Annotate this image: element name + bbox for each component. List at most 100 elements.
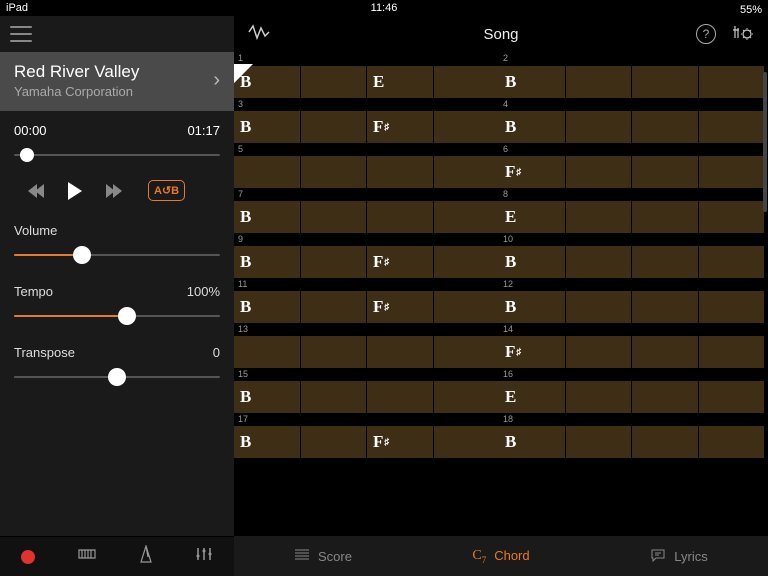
beat-cell[interactable] (632, 246, 698, 278)
beat-cell[interactable] (367, 201, 433, 233)
instrument-button[interactable] (77, 546, 97, 567)
beat-cell[interactable] (699, 246, 765, 278)
beat-cell[interactable]: E (499, 381, 565, 413)
bar[interactable]: 12B (499, 278, 764, 323)
beat-cell[interactable] (632, 201, 698, 233)
beat-cell[interactable] (699, 381, 765, 413)
mixer-button[interactable] (195, 546, 213, 567)
beat-cell[interactable] (566, 426, 632, 458)
beat-cell[interactable] (434, 246, 500, 278)
beat-cell[interactable] (699, 66, 765, 98)
beat-cell[interactable]: B (234, 201, 300, 233)
beat-cell[interactable] (434, 201, 500, 233)
beat-cell[interactable]: B (499, 426, 565, 458)
tab-chord[interactable]: C7 Chord (412, 548, 590, 565)
bar[interactable]: 1B E (234, 52, 499, 98)
beat-cell[interactable]: B (499, 111, 565, 143)
beat-cell[interactable] (434, 426, 500, 458)
bar[interactable]: 17B F♯ (234, 413, 499, 458)
beat-cell[interactable] (434, 381, 500, 413)
beat-cell[interactable] (566, 381, 632, 413)
beat-cell[interactable] (434, 66, 500, 98)
beat-cell[interactable] (632, 381, 698, 413)
beat-cell[interactable] (699, 111, 765, 143)
bar[interactable]: 3B F♯ (234, 98, 499, 143)
beat-cell[interactable] (632, 291, 698, 323)
bar[interactable]: 10B (499, 233, 764, 278)
beat-cell[interactable] (301, 156, 367, 188)
beat-cell[interactable] (301, 246, 367, 278)
song-header[interactable]: Red River Valley Yamaha Corporation › (0, 52, 234, 111)
beat-cell[interactable] (632, 156, 698, 188)
beat-cell[interactable] (632, 426, 698, 458)
beat-cell[interactable] (301, 336, 367, 368)
ab-repeat-button[interactable]: A↺B (148, 180, 185, 201)
menu-button[interactable] (10, 26, 32, 42)
bar[interactable]: 18B (499, 413, 764, 458)
beat-cell[interactable]: B (234, 246, 300, 278)
bar[interactable]: 9B F♯ (234, 233, 499, 278)
transpose-slider[interactable] (14, 370, 220, 384)
beat-cell[interactable] (301, 381, 367, 413)
beat-cell[interactable]: B (499, 66, 565, 98)
beat-cell[interactable] (566, 246, 632, 278)
beat-cell[interactable]: F♯ (499, 336, 565, 368)
beat-cell[interactable]: B (234, 111, 300, 143)
bar[interactable]: 5 (234, 143, 499, 188)
tab-score[interactable]: Score (234, 548, 412, 565)
scrollbar[interactable] (763, 72, 767, 212)
beat-cell[interactable]: F♯ (367, 291, 433, 323)
bar[interactable]: 14F♯ (499, 323, 764, 368)
beat-cell[interactable] (434, 111, 500, 143)
bar[interactable]: 16E (499, 368, 764, 413)
beat-cell[interactable] (632, 336, 698, 368)
bar[interactable]: 4B (499, 98, 764, 143)
beat-cell[interactable] (301, 66, 367, 98)
rewind-button[interactable] (28, 184, 42, 198)
beat-cell[interactable]: B (499, 291, 565, 323)
beat-cell[interactable] (632, 111, 698, 143)
beat-cell[interactable] (367, 336, 433, 368)
bar[interactable]: 6F♯ (499, 143, 764, 188)
bar[interactable]: 7B (234, 188, 499, 233)
volume-slider[interactable] (14, 248, 220, 262)
metronome-button[interactable] (139, 545, 153, 568)
beat-cell[interactable] (566, 111, 632, 143)
beat-cell[interactable] (301, 291, 367, 323)
play-button[interactable] (68, 182, 82, 200)
beat-cell[interactable] (699, 291, 765, 323)
bar[interactable]: 11B F♯ (234, 278, 499, 323)
chord-grid[interactable]: 1B E 2B 3B F♯ 4B 5 6F♯ 7B 8E 9B F♯ 10B 1… (234, 52, 768, 536)
beat-cell[interactable]: B (234, 426, 300, 458)
beat-cell[interactable] (434, 336, 500, 368)
waveform-icon[interactable] (248, 24, 270, 45)
beat-cell[interactable] (301, 426, 367, 458)
beat-cell[interactable]: E (367, 66, 433, 98)
beat-cell[interactable] (434, 291, 500, 323)
beat-cell[interactable] (566, 156, 632, 188)
beat-cell[interactable] (699, 426, 765, 458)
beat-cell[interactable]: B (234, 291, 300, 323)
beat-cell[interactable] (566, 201, 632, 233)
seek-slider[interactable] (14, 148, 220, 162)
beat-cell[interactable] (301, 201, 367, 233)
beat-cell[interactable]: F♯ (499, 156, 565, 188)
beat-cell[interactable] (234, 156, 300, 188)
bar[interactable]: 13 (234, 323, 499, 368)
bar[interactable]: 15B (234, 368, 499, 413)
beat-cell[interactable] (632, 66, 698, 98)
beat-cell[interactable]: F♯ (367, 111, 433, 143)
beat-cell[interactable] (367, 381, 433, 413)
record-button[interactable] (21, 550, 35, 564)
bar[interactable]: 2B (499, 52, 764, 98)
settings-button[interactable] (732, 23, 754, 46)
fast-forward-button[interactable] (108, 184, 122, 198)
beat-cell[interactable] (367, 156, 433, 188)
beat-cell[interactable] (566, 291, 632, 323)
beat-cell[interactable] (234, 336, 300, 368)
beat-cell[interactable] (566, 66, 632, 98)
tempo-slider[interactable] (14, 309, 220, 323)
help-button[interactable]: ? (696, 24, 716, 44)
beat-cell[interactable] (434, 156, 500, 188)
tab-lyrics[interactable]: Lyrics (590, 548, 768, 565)
